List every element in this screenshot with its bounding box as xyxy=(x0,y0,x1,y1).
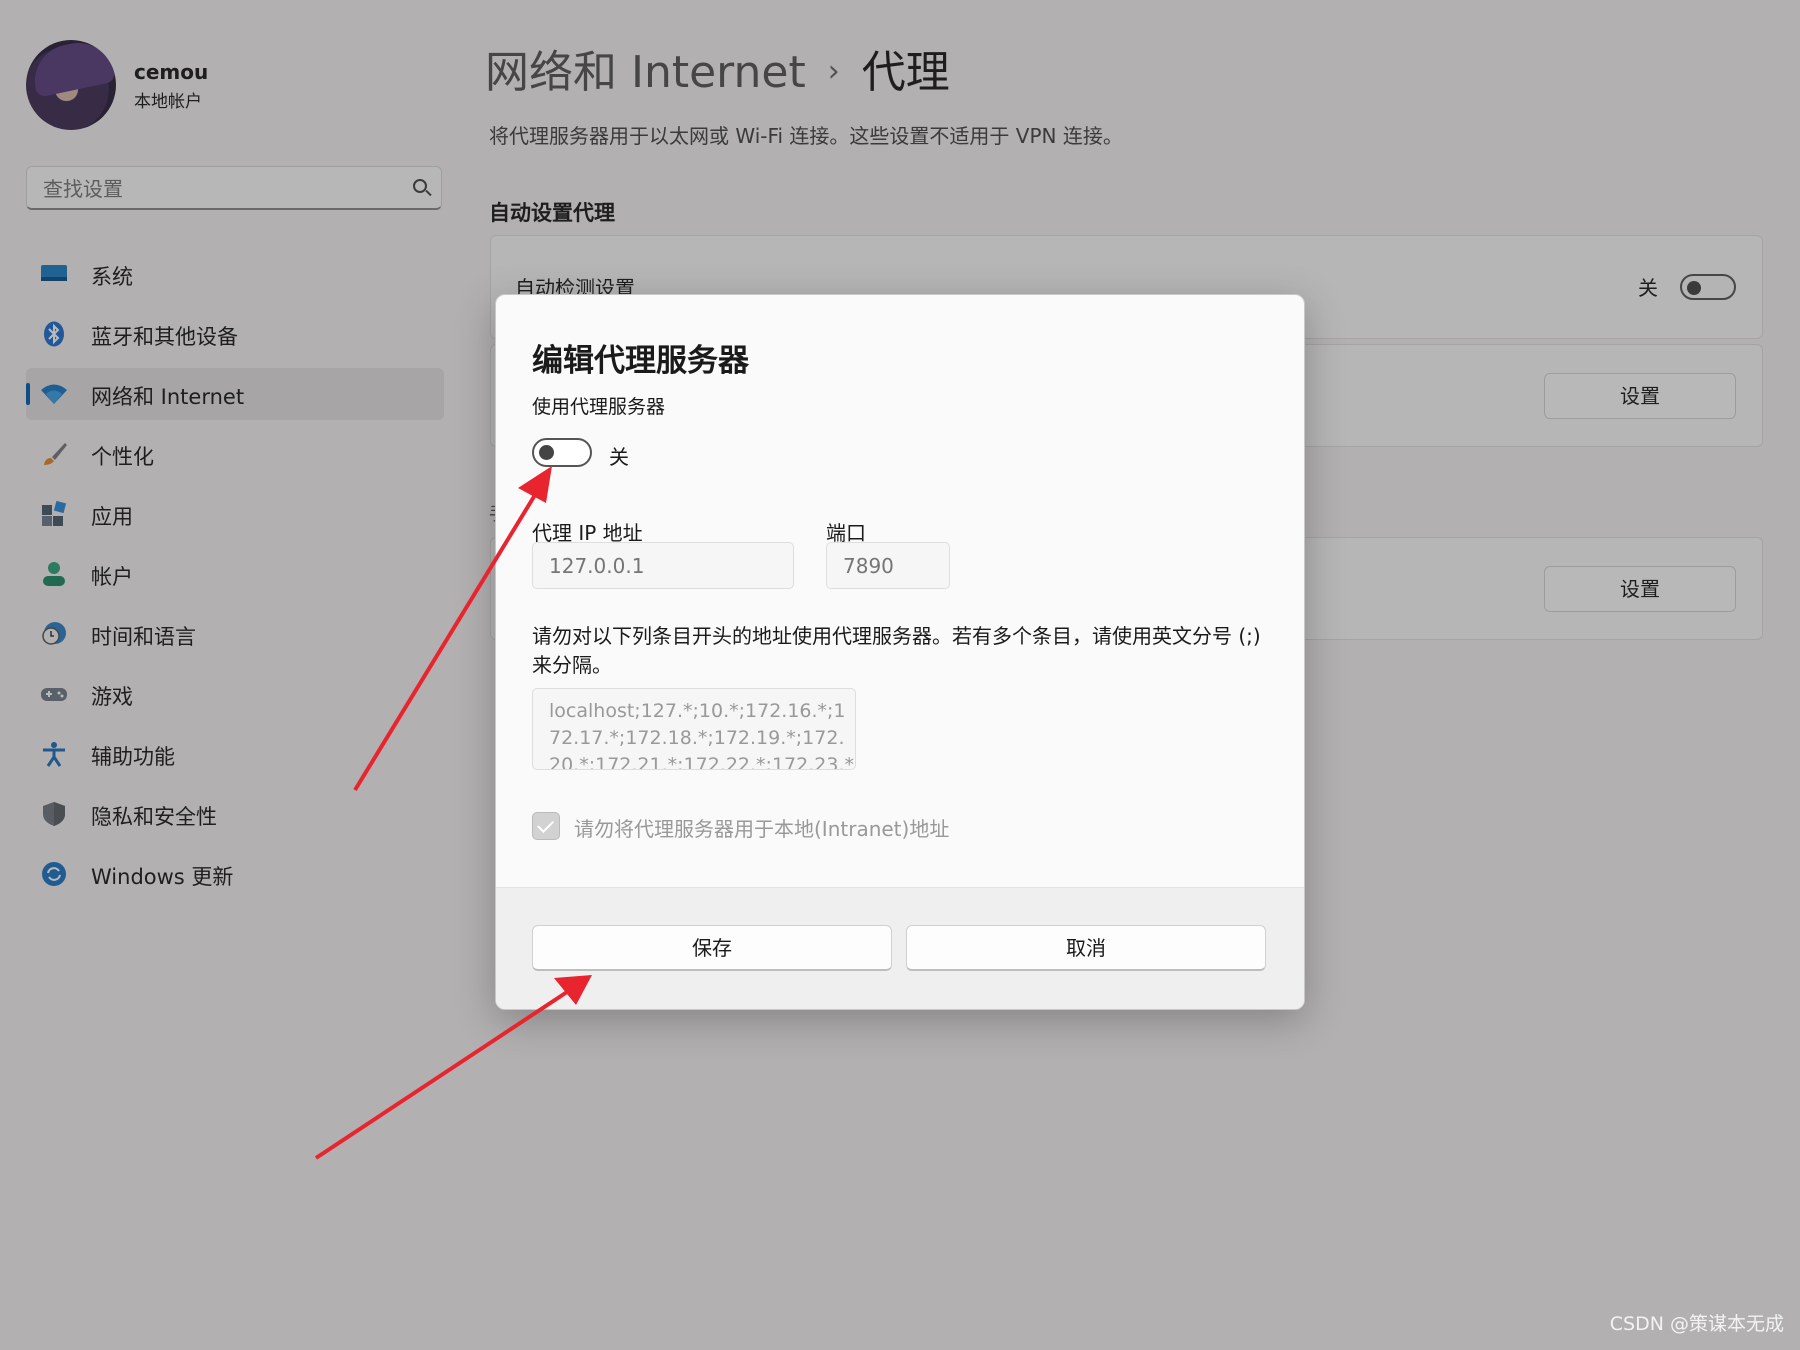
arrow-to-save xyxy=(314,975,592,1160)
watermark: CSDN @策谋本无成 xyxy=(1609,1313,1784,1335)
annotation-arrows xyxy=(314,466,592,1160)
arrow-to-toggle xyxy=(353,466,552,792)
